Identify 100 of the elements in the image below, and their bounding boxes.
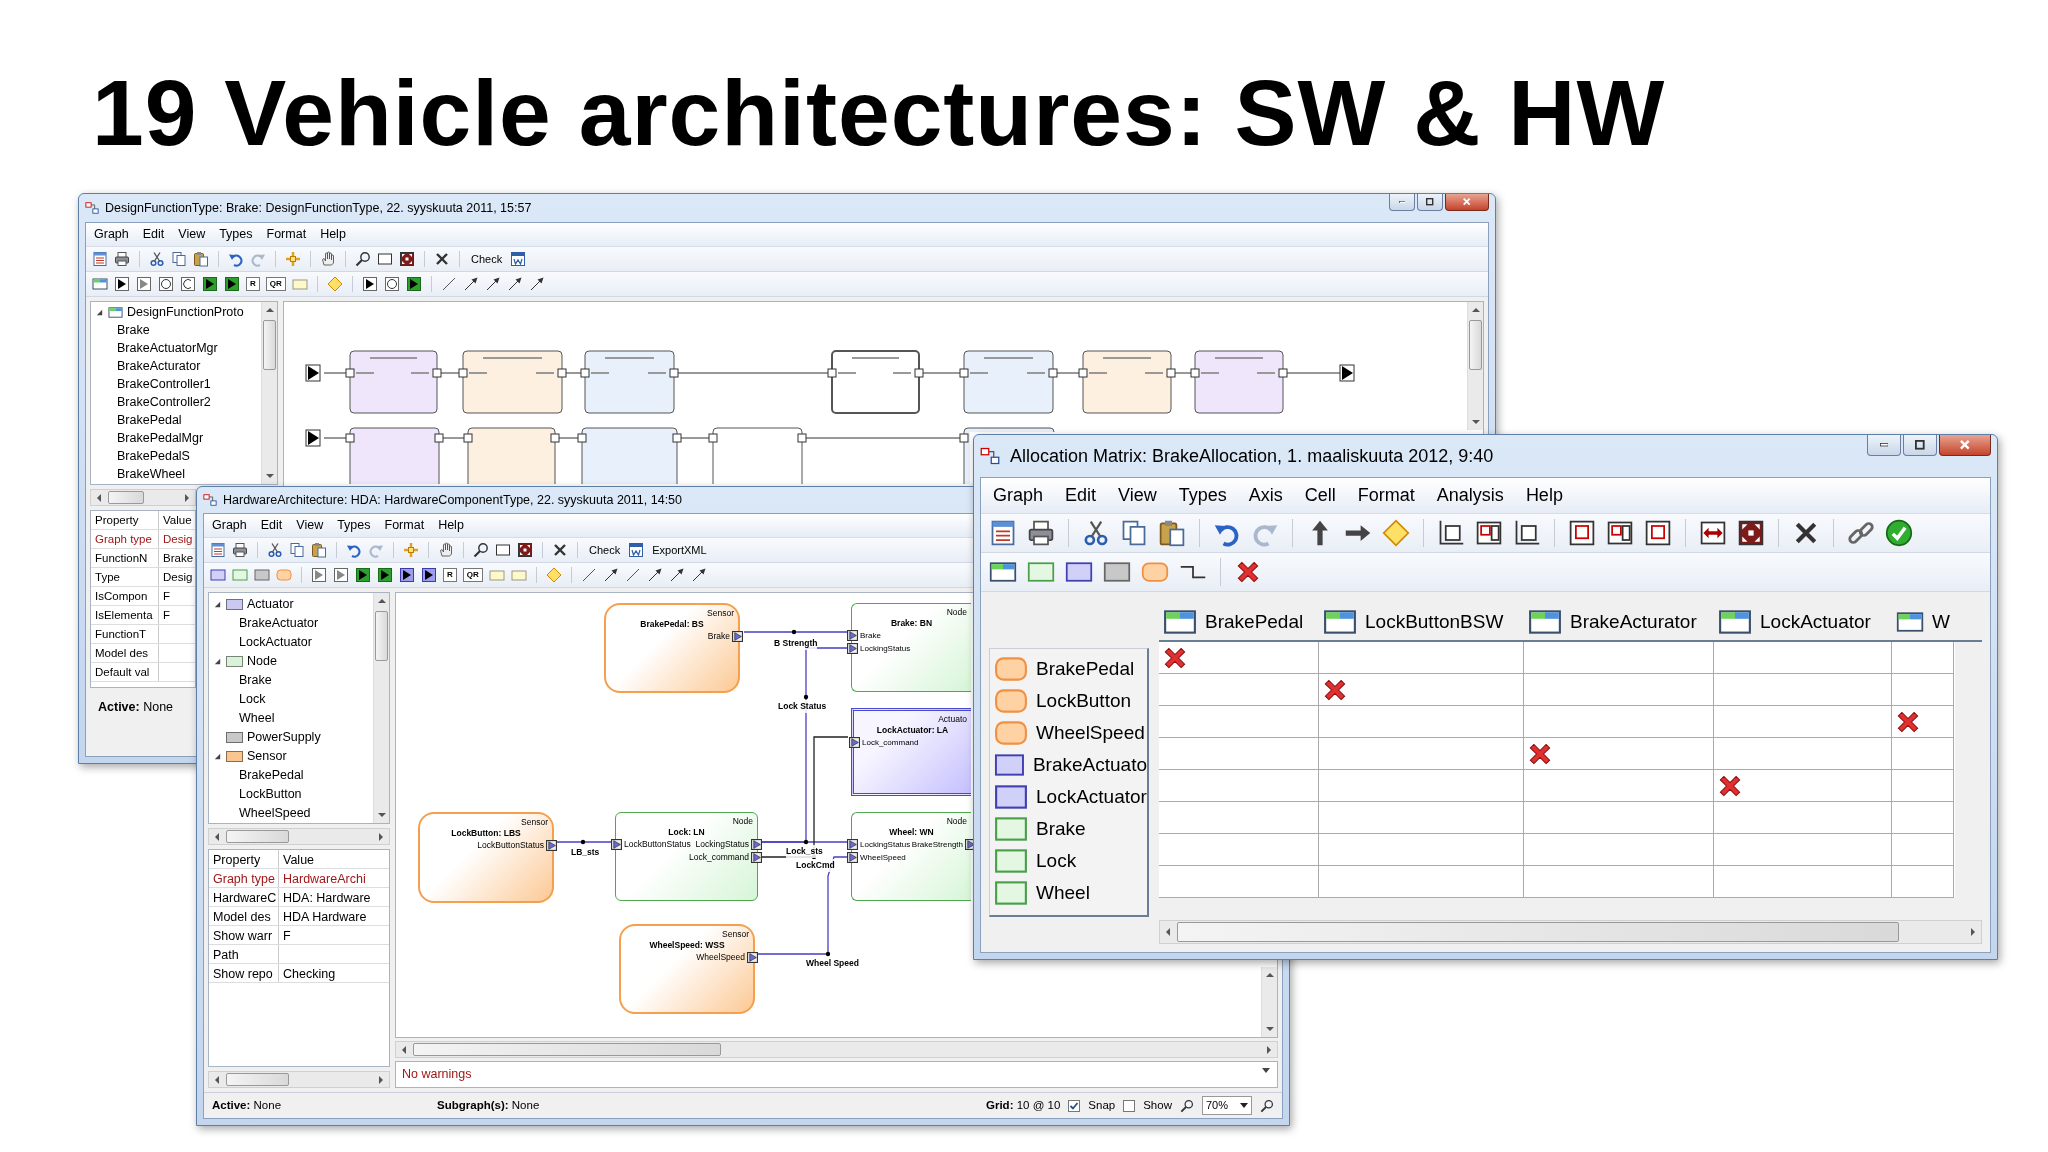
matrix-cell[interactable] xyxy=(1319,706,1524,738)
matrix-cell[interactable] xyxy=(1159,802,1319,834)
menu-item[interactable]: Analysis xyxy=(1436,482,1504,509)
line-icon[interactable] xyxy=(624,567,641,584)
actuator-block[interactable]: Actuato LockActuator: LA Lock_command xyxy=(851,708,971,797)
play-icon[interactable] xyxy=(202,276,218,293)
matrix-cell[interactable] xyxy=(1714,738,1892,770)
scissors-icon[interactable] xyxy=(149,251,165,267)
table-icon[interactable] xyxy=(92,251,108,267)
fit-icon[interactable] xyxy=(517,542,533,558)
zoom-icon[interactable] xyxy=(473,542,489,558)
clipboard-icon[interactable] xyxy=(193,251,209,267)
checkmark-icon[interactable] xyxy=(1885,519,1913,547)
tree-item[interactable]: BrakePedalS xyxy=(117,446,190,466)
column-header[interactable]: BrakePedal xyxy=(1159,607,1319,640)
printer-icon[interactable] xyxy=(1027,519,1055,547)
toolbar-button[interactable]: Check xyxy=(469,250,505,268)
matrix-cell[interactable] xyxy=(1714,866,1892,898)
matrix-cell[interactable] xyxy=(1159,834,1319,866)
tree-item[interactable]: Actuator xyxy=(247,595,294,615)
horizontal-scrollbar[interactable] xyxy=(90,489,196,507)
arrow-icon[interactable] xyxy=(668,567,685,584)
table-icon[interactable] xyxy=(210,542,226,558)
matrix-cell[interactable] xyxy=(1524,674,1714,706)
menu-item[interactable]: View xyxy=(178,225,206,244)
matrix-cell[interactable] xyxy=(1319,738,1524,770)
tree-item[interactable]: DesignFunctionProto xyxy=(127,302,244,322)
column-header[interactable]: W xyxy=(1892,607,1954,640)
tree-item[interactable]: BrakeController2 xyxy=(117,392,211,412)
clipboard-icon[interactable] xyxy=(311,542,327,558)
delete-icon[interactable] xyxy=(434,251,450,267)
row-header[interactable]: BrakeActuato xyxy=(1032,750,1147,780)
menu-item[interactable]: View xyxy=(1118,482,1157,509)
tree-item[interactable]: BrakeActuatorMgr xyxy=(117,338,218,358)
play-icon[interactable] xyxy=(355,567,371,584)
play-icon[interactable] xyxy=(421,567,437,584)
clipboard-icon[interactable] xyxy=(1158,519,1186,547)
line-icon[interactable] xyxy=(580,567,597,584)
matrix-cell[interactable] xyxy=(1319,770,1524,802)
diamond-icon[interactable] xyxy=(1382,519,1410,547)
tree-item[interactable]: LockButton xyxy=(239,785,302,805)
matrix-cell[interactable] xyxy=(1892,674,1954,706)
scissors-icon[interactable] xyxy=(267,542,283,558)
minimize-button[interactable] xyxy=(1867,435,1901,456)
menu-item[interactable]: Types xyxy=(1178,482,1227,509)
toolbar-button[interactable]: R xyxy=(246,277,260,292)
play-icon[interactable] xyxy=(377,567,393,584)
menu-item[interactable]: Edit xyxy=(142,225,165,244)
copy-icon[interactable] xyxy=(289,542,305,558)
sensor-block[interactable]: Sensor BrakePedal: BS Brake xyxy=(604,603,740,694)
menu-item[interactable]: Help xyxy=(1525,482,1563,509)
copy-icon[interactable] xyxy=(1120,519,1148,547)
matrix-cell[interactable] xyxy=(1714,642,1892,674)
matrix-cell[interactable] xyxy=(1319,642,1524,674)
column-header[interactable]: LockButtonBSW xyxy=(1319,607,1524,640)
menu-item[interactable]: Graph xyxy=(993,482,1044,509)
frame-icon[interactable] xyxy=(1437,519,1465,547)
port-icon[interactable] xyxy=(747,952,758,964)
menu-item[interactable]: Axis xyxy=(1248,482,1283,509)
horizontal-scrollbar[interactable] xyxy=(395,1041,1278,1059)
circle-icon[interactable] xyxy=(383,276,400,293)
matrix-cell[interactable] xyxy=(1714,706,1892,738)
matrix-cell[interactable] xyxy=(1319,674,1524,706)
column-header[interactable]: LockActuator xyxy=(1714,607,1892,640)
window-icon[interactable] xyxy=(628,542,645,558)
matrix-cell[interactable] xyxy=(1524,642,1714,674)
frame-icon[interactable] xyxy=(1475,519,1503,547)
circle-icon[interactable] xyxy=(158,276,174,293)
line-icon[interactable] xyxy=(440,276,457,293)
zoom-icon[interactable] xyxy=(1179,1098,1194,1113)
matrix-cell[interactable] xyxy=(1159,674,1319,706)
sensor-block[interactable]: Sensor LockButton: LBS LockButtonStatus xyxy=(418,812,554,904)
menu-item[interactable]: View xyxy=(296,516,324,535)
maximize-button[interactable] xyxy=(1417,194,1443,211)
matrix-cell[interactable] xyxy=(1159,738,1319,770)
menu-item[interactable]: Edit xyxy=(260,516,283,535)
matrix-cell[interactable] xyxy=(1892,642,1954,674)
port-icon[interactable] xyxy=(847,643,858,655)
row-header[interactable]: Lock xyxy=(1036,846,1077,876)
rectangle-icon[interactable] xyxy=(377,251,393,267)
tree-item[interactable]: Sensor xyxy=(247,747,287,767)
tree-item[interactable]: Wheel xyxy=(239,709,275,729)
menu-item[interactable]: Format xyxy=(1357,482,1415,509)
maximize-button[interactable] xyxy=(1903,435,1937,456)
play-icon[interactable] xyxy=(405,276,422,293)
port-icon[interactable] xyxy=(611,839,622,851)
table-icon[interactable] xyxy=(989,519,1017,547)
collapse-arrow-icon[interactable] xyxy=(213,657,222,667)
sensor-block[interactable]: Sensor WheelSpeed: WSS WheelSpeed xyxy=(619,924,755,1015)
close-button[interactable] xyxy=(1939,435,1991,456)
collapse-arrow-icon[interactable] xyxy=(213,752,222,762)
crosshair-icon[interactable] xyxy=(285,251,301,267)
frame-icon[interactable] xyxy=(1606,519,1634,547)
show-checkbox[interactable] xyxy=(1123,1099,1136,1112)
arrow-icon[interactable] xyxy=(602,567,619,584)
matrix-cell[interactable] xyxy=(1714,834,1892,866)
zoom-icon[interactable] xyxy=(355,251,371,267)
collapse-arrow-icon[interactable] xyxy=(213,600,222,610)
vertical-scrollbar[interactable] xyxy=(373,593,389,824)
toolbar-button[interactable]: R xyxy=(443,568,457,583)
